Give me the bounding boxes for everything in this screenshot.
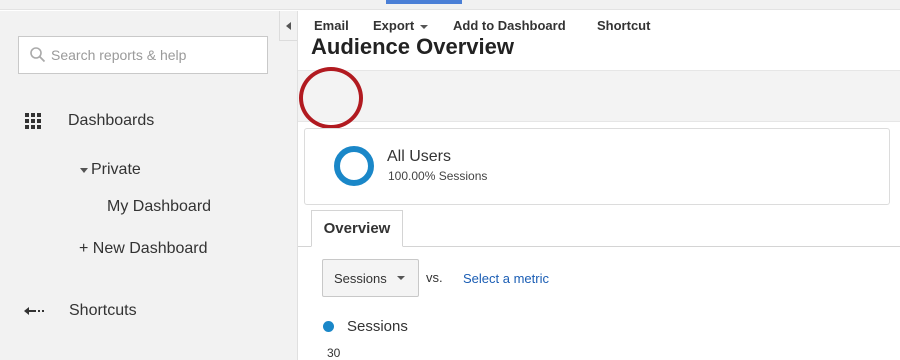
export-button[interactable]: Export (373, 18, 429, 33)
highlight-circle (299, 67, 363, 129)
collapse-arrow-icon (286, 21, 291, 30)
axis-top-value: 30 (327, 346, 341, 360)
sidebar-item-dashboards[interactable]: Dashboards (25, 112, 154, 130)
sidebar-item-label: Shortcuts (69, 302, 137, 319)
export-label: Export (373, 18, 415, 33)
sidebar-item-label: Private (91, 161, 141, 178)
legend-dot (323, 321, 334, 332)
search-box[interactable] (18, 36, 268, 74)
email-button[interactable]: Email (314, 18, 349, 33)
sidebar-item-label: Dashboards (68, 112, 155, 129)
caret-down-icon (420, 24, 429, 29)
shortcuts-arrow-icon (24, 307, 44, 315)
caret-down-icon (396, 276, 405, 280)
search-icon (30, 47, 46, 63)
segment-card[interactable] (304, 128, 890, 205)
sidebar-item-label: My Dashboard (107, 198, 212, 215)
segment-donut-icon (334, 146, 374, 186)
caret-down-icon (80, 167, 88, 173)
shortcut-button[interactable]: Shortcut (597, 18, 650, 33)
segment-subtitle: 100.00% Sessions (388, 169, 488, 183)
search-input[interactable] (51, 47, 251, 63)
metric-select[interactable]: Sessions (322, 259, 419, 297)
report-toolbar (298, 70, 900, 122)
sidebar-collapse-button[interactable] (279, 11, 297, 41)
sidebar-item-new-dashboard[interactable]: + New Dashboard (79, 240, 208, 258)
top-accent-bar (386, 0, 462, 4)
segment-name: All Users (387, 148, 452, 165)
add-to-dashboard-button[interactable]: Add to Dashboard (453, 18, 566, 33)
sidebar-item-private[interactable]: Private (80, 161, 141, 179)
legend-label: Sessions (347, 318, 408, 335)
sidebar-item-my-dashboard[interactable]: My Dashboard (107, 198, 211, 216)
metric-select-value: Sessions (334, 270, 387, 286)
sidebar-item-label: + New Dashboard (79, 240, 208, 257)
tab-overview[interactable]: Overview (311, 210, 403, 247)
sidebar-item-shortcuts[interactable]: Shortcuts (24, 302, 137, 320)
select-metric-link[interactable]: Select a metric (463, 271, 549, 286)
vs-label: vs. (426, 270, 443, 285)
dashboard-grid-icon (25, 113, 41, 129)
page-title: Audience Overview (311, 34, 514, 59)
